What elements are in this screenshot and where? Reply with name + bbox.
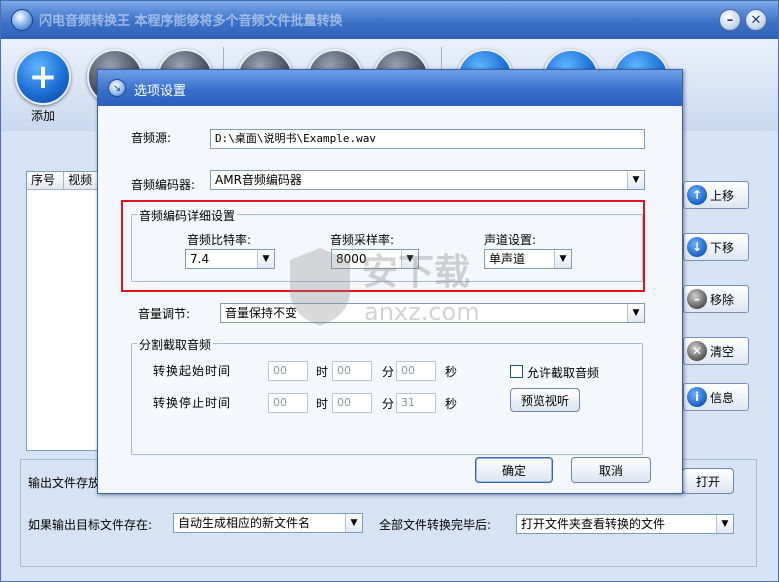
clear-label: 清空 bbox=[710, 344, 735, 359]
second-unit: 秒 bbox=[445, 397, 458, 411]
stop-time-label: 转换停止时间 bbox=[153, 396, 232, 410]
cancel-button[interactable]: 取消 bbox=[571, 457, 651, 483]
allow-split-label[interactable]: 允许截取音频 bbox=[527, 364, 599, 381]
audio-encoder-value: AMR音频编码器 bbox=[215, 173, 302, 187]
remove-button[interactable]: – 移除 bbox=[683, 285, 749, 313]
chevron-down-icon[interactable]: ▼ bbox=[627, 171, 644, 189]
allow-split-checkbox[interactable] bbox=[510, 365, 523, 378]
open-folder-button[interactable]: 打开 bbox=[682, 468, 734, 494]
move-up-label: 上移 bbox=[710, 188, 735, 203]
move-down-label: 下移 bbox=[710, 240, 735, 255]
audio-source-label: 音频源: bbox=[131, 131, 172, 145]
after-convert-select[interactable]: 打开文件夹查看转换的文件 ▼ bbox=[516, 514, 734, 534]
arrow-down-icon: ↓ bbox=[687, 237, 707, 257]
after-convert-value: 打开文件夹查看转换的文件 bbox=[521, 517, 666, 531]
volume-label: 音量调节: bbox=[138, 307, 191, 321]
remove-label: 移除 bbox=[710, 292, 735, 307]
main-titlebar: 闪电音频转换王 本程序能够将多个音频文件批量转换 – ✕ bbox=[1, 1, 778, 39]
if-exists-value: 自动生成相应的新文件名 bbox=[178, 516, 311, 530]
chevron-down-icon[interactable]: ▼ bbox=[627, 304, 644, 322]
audio-encoder-label: 音频编码器: bbox=[131, 178, 196, 192]
after-convert-label: 全部文件转换完毕后: bbox=[379, 518, 492, 532]
minus-icon: – bbox=[687, 289, 707, 309]
split-audio-group: 分割截取音频 转换起始时间 00 时 00 分 00 秒 转换停止时间 00 时… bbox=[131, 336, 643, 455]
start-hour-field[interactable]: 00 bbox=[268, 361, 308, 381]
dialog-app-icon: ↘ bbox=[108, 79, 126, 97]
stop-second-field[interactable]: 31 bbox=[396, 393, 436, 413]
output-folder-label: 输出文件存放 bbox=[28, 476, 101, 490]
add-button[interactable]: + bbox=[15, 49, 71, 105]
dialog-title: 选项设置 bbox=[134, 84, 187, 99]
move-up-button[interactable]: ↑ 上移 bbox=[683, 181, 749, 209]
plus-icon: + bbox=[28, 57, 58, 97]
start-minute-field[interactable]: 00 bbox=[332, 361, 372, 381]
stop-hour-field[interactable]: 00 bbox=[268, 393, 308, 413]
split-audio-legend: 分割截取音频 bbox=[137, 336, 214, 353]
arrow-up-icon: ↑ bbox=[687, 185, 707, 205]
start-second-field[interactable]: 00 bbox=[396, 361, 436, 381]
move-down-button[interactable]: ↓ 下移 bbox=[683, 233, 749, 261]
preview-button[interactable]: 预览视听 bbox=[510, 388, 580, 412]
info-icon: i bbox=[687, 387, 707, 407]
hour-unit: 时 bbox=[316, 365, 329, 379]
hour-unit: 时 bbox=[316, 397, 329, 411]
if-exists-select[interactable]: 自动生成相应的新文件名 ▼ bbox=[173, 513, 363, 533]
minute-unit: 分 bbox=[382, 365, 395, 379]
close-circle-icon: ✕ bbox=[687, 341, 707, 361]
dialog-body: 音频源: D:\桌面\说明书\Example.wav 音频编码器: AMR音频编… bbox=[98, 106, 682, 493]
main-window-title: 闪电音频转换王 本程序能够将多个音频文件批量转换 bbox=[39, 14, 343, 29]
close-icon[interactable]: ✕ bbox=[745, 9, 767, 31]
clear-button[interactable]: ✕ 清空 bbox=[683, 337, 749, 365]
file-list-header: 序号 视频 bbox=[27, 172, 105, 190]
add-label: 添加 bbox=[30, 109, 55, 123]
column-header-index[interactable]: 序号 bbox=[27, 172, 65, 189]
chevron-down-icon[interactable]: ▼ bbox=[345, 514, 362, 532]
file-list[interactable]: 序号 视频 bbox=[26, 171, 106, 451]
dialog-titlebar[interactable]: ↘ 选项设置 bbox=[98, 70, 682, 106]
if-exists-label: 如果输出目标文件存在: bbox=[28, 518, 153, 532]
audio-encoder-select[interactable]: AMR音频编码器 ▼ bbox=[210, 170, 645, 190]
info-button[interactable]: i 信息 bbox=[683, 383, 749, 411]
start-time-label: 转换起始时间 bbox=[153, 364, 232, 378]
minute-unit: 分 bbox=[382, 397, 395, 411]
volume-value: 音量保持不变 bbox=[225, 306, 298, 320]
second-unit: 秒 bbox=[445, 365, 458, 379]
audio-source-field[interactable]: D:\桌面\说明书\Example.wav bbox=[210, 129, 645, 149]
highlight-box bbox=[121, 200, 645, 292]
stop-minute-field[interactable]: 00 bbox=[332, 393, 372, 413]
info-label: 信息 bbox=[710, 390, 735, 405]
ok-button[interactable]: 确定 bbox=[475, 457, 553, 483]
volume-select[interactable]: 音量保持不变 ▼ bbox=[220, 303, 645, 323]
minimize-icon[interactable]: – bbox=[719, 9, 741, 31]
chevron-down-icon[interactable]: ▼ bbox=[716, 515, 733, 533]
app-icon bbox=[11, 9, 33, 31]
